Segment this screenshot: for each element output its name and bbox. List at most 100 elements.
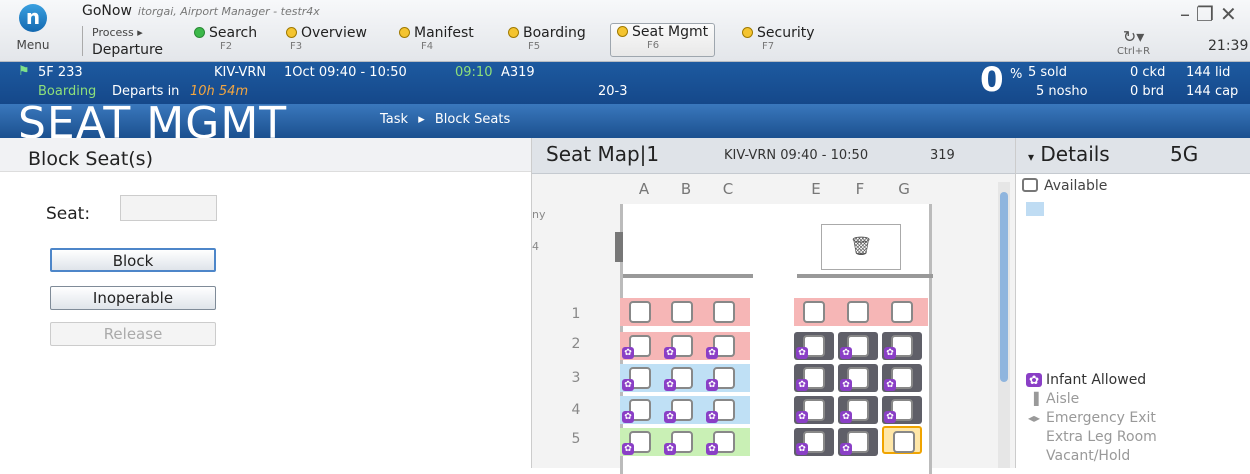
seat-1a[interactable] <box>620 298 660 326</box>
seat-5e[interactable]: ✿ <box>794 428 834 456</box>
bulkhead <box>797 274 933 278</box>
seat-5f[interactable]: ✿ <box>838 428 878 456</box>
app-name: GoNow <box>82 3 132 19</box>
tab-security[interactable]: Security F7 <box>742 25 815 59</box>
tab-search[interactable]: Search F2 <box>194 25 257 59</box>
collapse-icon: ▾ <box>1028 150 1035 164</box>
seat-icon <box>803 301 825 323</box>
divider <box>82 26 83 56</box>
infant-icon: ✿ <box>664 379 676 391</box>
row-number: 1 <box>571 306 581 322</box>
legend-label: Extra Leg Room <box>1046 429 1157 445</box>
infant-icon: ✿ <box>706 443 718 455</box>
tab-seat-mgmt[interactable]: Seat Mgmt F6 <box>610 23 716 57</box>
seat-2b[interactable]: ✿ <box>662 332 702 360</box>
tab-boarding[interactable]: Boarding F5 <box>508 25 586 59</box>
block-button[interactable]: Block <box>50 248 216 272</box>
seat-4a[interactable]: ✿ <box>620 396 660 424</box>
boarding-status-icon: ⚑ <box>18 64 30 79</box>
seat-2a[interactable]: ✿ <box>620 332 660 360</box>
legend-emergency-exit: ◂▸ Emergency Exit <box>1026 410 1157 429</box>
seat-3a[interactable]: ✿ <box>620 364 660 392</box>
seat-map-route: KIV-VRN 09:40 - 10:50 <box>724 148 869 163</box>
process-name: Departure <box>92 42 164 58</box>
tab-shortcut: F5 <box>528 41 541 52</box>
seat-1e[interactable] <box>794 298 834 326</box>
legend-infant-allowed: ✿ Infant Allowed <box>1026 372 1157 391</box>
bulkhead <box>623 274 753 278</box>
menu-button[interactable]: n Menu <box>8 4 58 52</box>
seat-3c[interactable]: ✿ <box>704 364 744 392</box>
module-banner: SEAT MGMT Task ▸ Block Seats <box>0 98 1250 149</box>
refresh-icon: ↻▾ <box>1122 27 1145 46</box>
status-dot-icon <box>194 27 205 38</box>
inoperable-button[interactable]: Inoperable <box>50 286 216 310</box>
restore-icon[interactable]: ❐ <box>1196 2 1220 26</box>
process-menu[interactable]: Process ▸ <box>92 26 143 39</box>
seat-3b[interactable]: ✿ <box>662 364 702 392</box>
scrollbar-thumb[interactable] <box>1000 192 1008 382</box>
selected-seat: 5G <box>1170 142 1199 166</box>
seat-3g[interactable]: ✿ <box>882 364 922 392</box>
block-seats-panel: Block Seat(s) Seat: Block Inoperable Rel… <box>0 138 532 468</box>
seat-5b[interactable]: ✿ <box>662 428 702 456</box>
seat-1c[interactable] <box>704 298 744 326</box>
seat-3e[interactable]: ✿ <box>794 364 834 392</box>
tab-label: Seat Mgmt <box>632 24 709 40</box>
seat-4g[interactable]: ✿ <box>882 396 922 424</box>
seat-5c[interactable]: ✿ <box>704 428 744 456</box>
seat-2f[interactable]: ✿ <box>838 332 878 360</box>
legend-label: Aisle <box>1046 391 1080 407</box>
row-number: 2 <box>571 336 581 352</box>
seat-input[interactable] <box>120 195 217 221</box>
seat-legend: ✿ Infant Allowed ▐ Aisle ◂▸ Emergency Exit … <box>1026 372 1157 467</box>
seat-1b[interactable] <box>662 298 702 326</box>
seat-2c[interactable]: ✿ <box>704 332 744 360</box>
close-icon[interactable]: ✕ <box>1220 2 1243 26</box>
tab-label: Security <box>757 25 815 41</box>
tab-shortcut: F6 <box>647 40 660 51</box>
tab-label: Overview <box>301 25 367 41</box>
flight-status: Boarding <box>38 84 97 99</box>
seat-4c[interactable]: ✿ <box>704 396 744 424</box>
status-dot-icon <box>508 27 519 38</box>
seat-5a[interactable]: ✿ <box>620 428 660 456</box>
app-title: GoNow itorgai, Airport Manager - testr4x <box>82 3 320 19</box>
seat-4b[interactable]: ✿ <box>662 396 702 424</box>
seat-5g-selected[interactable] <box>882 426 922 454</box>
cabin-edge-label: 4 <box>532 240 539 253</box>
column-letter: E <box>811 180 821 198</box>
seat-map-scrollbar[interactable] <box>998 182 1010 468</box>
infant-icon: ✿ <box>884 379 896 391</box>
load-percent: 0 <box>980 60 1004 100</box>
departs-label: Departs in <box>112 84 180 99</box>
seat-1g[interactable] <box>882 298 922 326</box>
column-letter: A <box>638 180 650 198</box>
seat-2e[interactable]: ✿ <box>794 332 834 360</box>
seat-4e[interactable]: ✿ <box>794 396 834 424</box>
seat-4f[interactable]: ✿ <box>838 396 878 424</box>
details-title: Details <box>1040 142 1110 166</box>
boarded-count: 0 brd <box>1130 84 1165 99</box>
seat-1f[interactable] <box>838 298 878 326</box>
seat-2g[interactable]: ✿ <box>882 332 922 360</box>
row-number: 4 <box>571 402 581 418</box>
seat-label: Seat: <box>46 204 91 224</box>
infant-icon: ✿ <box>840 347 852 359</box>
infant-icon: ✿ <box>664 347 676 359</box>
tab-manifest[interactable]: Manifest F4 <box>399 25 474 59</box>
breadcrumb-task[interactable]: Task <box>380 112 408 127</box>
seat-3f[interactable]: ✿ <box>838 364 878 392</box>
tab-overview[interactable]: Overview F3 <box>286 25 367 59</box>
minimize-icon[interactable]: – <box>1180 2 1196 26</box>
seat-icon <box>893 431 915 453</box>
infant-icon: ✿ <box>840 379 852 391</box>
panel-title: Block Seat(s) <box>0 138 531 172</box>
details-header[interactable]: ▾ Details 5G <box>1016 138 1250 174</box>
refresh-button[interactable]: ↻▾ Ctrl+R <box>1117 27 1150 57</box>
status-dot-icon <box>742 27 753 38</box>
load-percent-sign: % <box>1010 67 1023 82</box>
legend-label: Vacant/Hold <box>1046 448 1131 464</box>
checked-count: 0 ckd <box>1130 65 1166 80</box>
clock: 21:39 <box>1208 38 1249 54</box>
